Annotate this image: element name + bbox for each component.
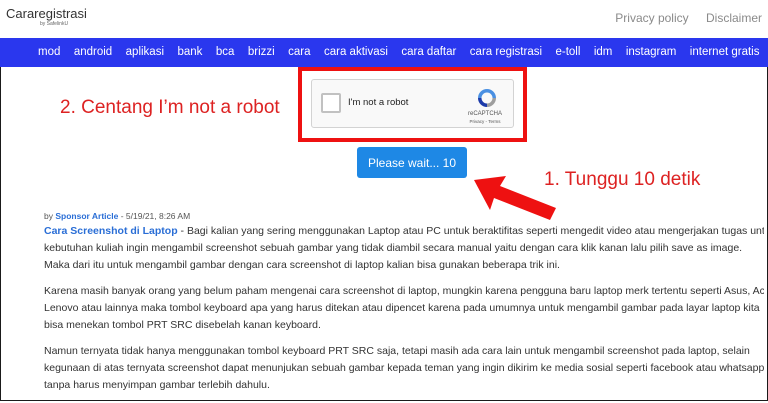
nav-item[interactable]: internet gratis <box>690 38 760 67</box>
paragraph-line: Namun ternyata tidak hanya menggunakan t… <box>44 345 750 357</box>
recaptcha-links[interactable]: Privacy - Terms <box>465 119 505 124</box>
paragraph-line: kegunaan di atas ternyata screenshot dap… <box>44 362 764 374</box>
please-wait-button[interactable]: Please wait... 10 <box>357 147 467 178</box>
logo-subtitle: by SafelinkU <box>40 21 69 27</box>
nav-item[interactable]: cara <box>288 38 310 67</box>
site-logo[interactable]: Cararegistrasi by SafelinkU <box>6 6 87 27</box>
nav-item[interactable]: instagram <box>626 38 677 67</box>
nav-item[interactable]: aplikasi <box>126 38 164 67</box>
paragraph-line: - Bagi kalian yang sering menggunakan La… <box>177 225 764 237</box>
recaptcha-brand: reCAPTCHA <box>467 111 502 117</box>
author-link[interactable]: Sponsor Article <box>55 211 118 221</box>
recaptcha-icon <box>478 89 496 107</box>
paragraph-line: Karena masih banyak orang yang belum pah… <box>44 285 764 297</box>
paragraph-line: tanpa harus menyimpan gambar terlebih da… <box>44 379 270 391</box>
post-date: - 5/19/21, 8:26 AM <box>120 211 191 221</box>
byline: by Sponsor Article - 5/19/21, 8:26 AM <box>44 210 764 222</box>
annotation-step-1: 1. Tunggu 10 detik <box>544 169 701 190</box>
nav-item[interactable]: mod <box>38 38 60 67</box>
nav-item[interactable]: cara daftar <box>401 38 456 67</box>
recaptcha-checkbox[interactable] <box>321 93 341 113</box>
nav-item[interactable]: e-toll <box>555 38 580 67</box>
paragraph-line: Maka dari itu untuk mengambil gambar den… <box>44 259 560 271</box>
annotation-step-2: 2. Centang I’m not a robot <box>60 97 280 118</box>
top-links: Privacy policy Disclaimer <box>601 11 762 25</box>
paragraph-3: Namun ternyata tidak hanya menggunakan t… <box>44 343 764 394</box>
paragraph-line: bisa menekan tombol PRT SRC disebelah ka… <box>44 319 321 331</box>
nav-item[interactable]: brizzi <box>248 38 275 67</box>
nav-item[interactable]: idm <box>594 38 613 67</box>
nav-item[interactable]: bank <box>177 38 202 67</box>
disclaimer-link[interactable]: Disclaimer <box>706 11 762 25</box>
nav-item[interactable]: cara aktivasi <box>324 38 388 67</box>
privacy-policy-link[interactable]: Privacy policy <box>615 11 688 25</box>
article-body: by Sponsor Article - 5/19/21, 8:26 AM Ca… <box>44 210 764 403</box>
nav-item[interactable]: android <box>74 38 112 67</box>
article-lead: Cara Screenshot di Laptop <box>44 225 178 237</box>
paragraph-line: Lenovo atau lainnya maka tombol keyboard… <box>44 302 760 314</box>
recaptcha-widget: I'm not a robot reCAPTCHA Privacy - Term… <box>311 79 514 128</box>
nav-item[interactable]: cara registrasi <box>470 38 542 67</box>
paragraph-line: kebutuhan kuliah ingin mengambil screens… <box>44 242 743 254</box>
category-nav: mod android aplikasi bank bca brizzi car… <box>0 38 768 67</box>
paragraph-2: Karena masih banyak orang yang belum pah… <box>44 283 764 334</box>
byline-by: by <box>44 211 53 221</box>
nav-item[interactable]: bca <box>216 38 235 67</box>
top-header: Cararegistrasi by SafelinkU Privacy poli… <box>0 0 768 38</box>
logo-title: Cararegistrasi <box>6 6 87 21</box>
paragraph-1: Cara Screenshot di Laptop - Bagi kalian … <box>44 223 764 274</box>
recaptcha-label: I'm not a robot <box>348 97 409 108</box>
